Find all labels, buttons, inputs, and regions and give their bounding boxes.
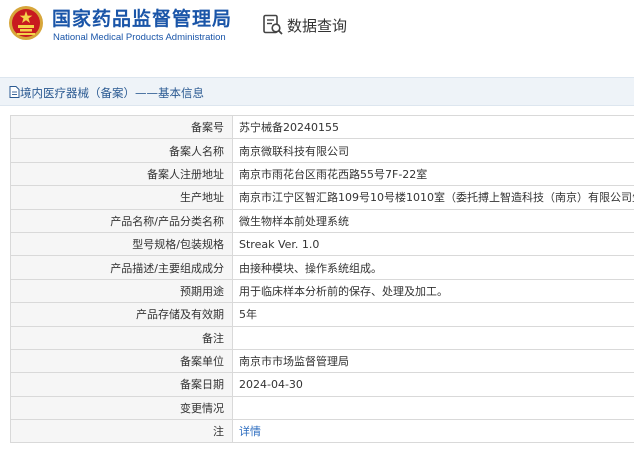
table-row: 产品名称/产品分类名称 微生物样本前处理系统 bbox=[10, 208, 634, 233]
table-row: 备案人名称 南京微联科技有限公司 bbox=[10, 138, 634, 163]
table-row: 备案日期 2024-04-30 bbox=[10, 372, 634, 397]
field-value bbox=[232, 395, 634, 421]
table-row: 备注 bbox=[10, 325, 634, 350]
agency-name-cn: 国家药品监督管理局 bbox=[52, 8, 233, 30]
field-value: 南京市雨花台区雨花西路55号7F-22室 bbox=[232, 161, 634, 187]
field-label: 备案单位 bbox=[10, 348, 233, 374]
field-label: 产品描述/主要组成成分 bbox=[10, 255, 233, 280]
field-value: 5年 bbox=[232, 302, 634, 327]
table-row: 变更情况 bbox=[10, 395, 634, 421]
table-row: 备案单位 南京市市场监督管理局 bbox=[10, 348, 634, 374]
table-row: 备案人注册地址 南京市雨花台区雨花西路55号7F-22室 bbox=[10, 161, 634, 187]
field-value: 苏宁械备20240155 bbox=[232, 114, 634, 140]
document-icon bbox=[9, 86, 20, 98]
info-table: 备案号 苏宁械备20240155 备案人名称 南京微联科技有限公司 备案人注册地址 南京市… bbox=[10, 114, 634, 444]
field-value: 2024-04-30 bbox=[232, 372, 634, 397]
breadcrumb-text: 境内医疗器械（备案）——基本信息 bbox=[20, 86, 204, 100]
document-search-icon bbox=[263, 14, 283, 35]
field-value: Streak Ver. 1.0 bbox=[232, 231, 634, 257]
field-value bbox=[232, 325, 634, 350]
field-label: 备注 bbox=[10, 325, 233, 350]
field-value: 南京市江宁区智汇路109号10号楼1010室（委托搏上智造科技（南京）有限公司生… bbox=[232, 185, 634, 210]
field-label: 产品名称/产品分类名称 bbox=[10, 208, 233, 233]
field-value: 微生物样本前处理系统 bbox=[232, 208, 634, 233]
site-header: 国家药品监督管理局 National Medical Products Admi… bbox=[0, 0, 634, 52]
field-label: 注 bbox=[10, 419, 233, 444]
table-row: 产品存储及有效期 5年 bbox=[10, 302, 634, 327]
field-value: 用于临床样本分析前的保存、处理及加工。 bbox=[232, 278, 634, 304]
field-label: 产品存储及有效期 bbox=[10, 302, 233, 327]
field-label: 备案号 bbox=[10, 114, 233, 140]
field-label: 型号规格/包装规格 bbox=[10, 231, 233, 257]
page-title: 数据查询 bbox=[287, 17, 348, 35]
field-value: 南京微联科技有限公司 bbox=[232, 138, 634, 163]
table-row: 生产地址 南京市江宁区智汇路109号10号楼1010室（委托搏上智造科技（南京）有… bbox=[10, 185, 634, 210]
table-row: 型号规格/包装规格 Streak Ver. 1.0 bbox=[10, 231, 634, 257]
field-label: 变更情况 bbox=[10, 395, 233, 421]
table-row: 预期用途 用于临床样本分析前的保存、处理及加工。 bbox=[10, 278, 634, 304]
field-label: 生产地址 bbox=[10, 185, 233, 210]
agency-name-en: National Medical Products Administration bbox=[53, 32, 226, 43]
field-label: 备案日期 bbox=[10, 372, 233, 397]
emblem-icon bbox=[9, 6, 43, 40]
field-value: 南京市市场监督管理局 bbox=[232, 348, 634, 374]
table-row: 注详情 bbox=[10, 419, 634, 444]
field-label: 备案人注册地址 bbox=[10, 161, 233, 187]
field-label: 预期用途 bbox=[10, 278, 233, 304]
details-link[interactable]: 详情 bbox=[239, 425, 261, 438]
table-row: 备案号 苏宁械备20240155 bbox=[10, 114, 634, 140]
breadcrumb: 境内医疗器械（备案）——基本信息 bbox=[0, 77, 634, 106]
field-label: 备案人名称 bbox=[10, 138, 233, 163]
table-row: 产品描述/主要组成成分 由接种模块、操作系统组成。 bbox=[10, 255, 634, 280]
field-value: 由接种模块、操作系统组成。 bbox=[232, 255, 634, 280]
field-value: 详情 bbox=[232, 419, 634, 444]
